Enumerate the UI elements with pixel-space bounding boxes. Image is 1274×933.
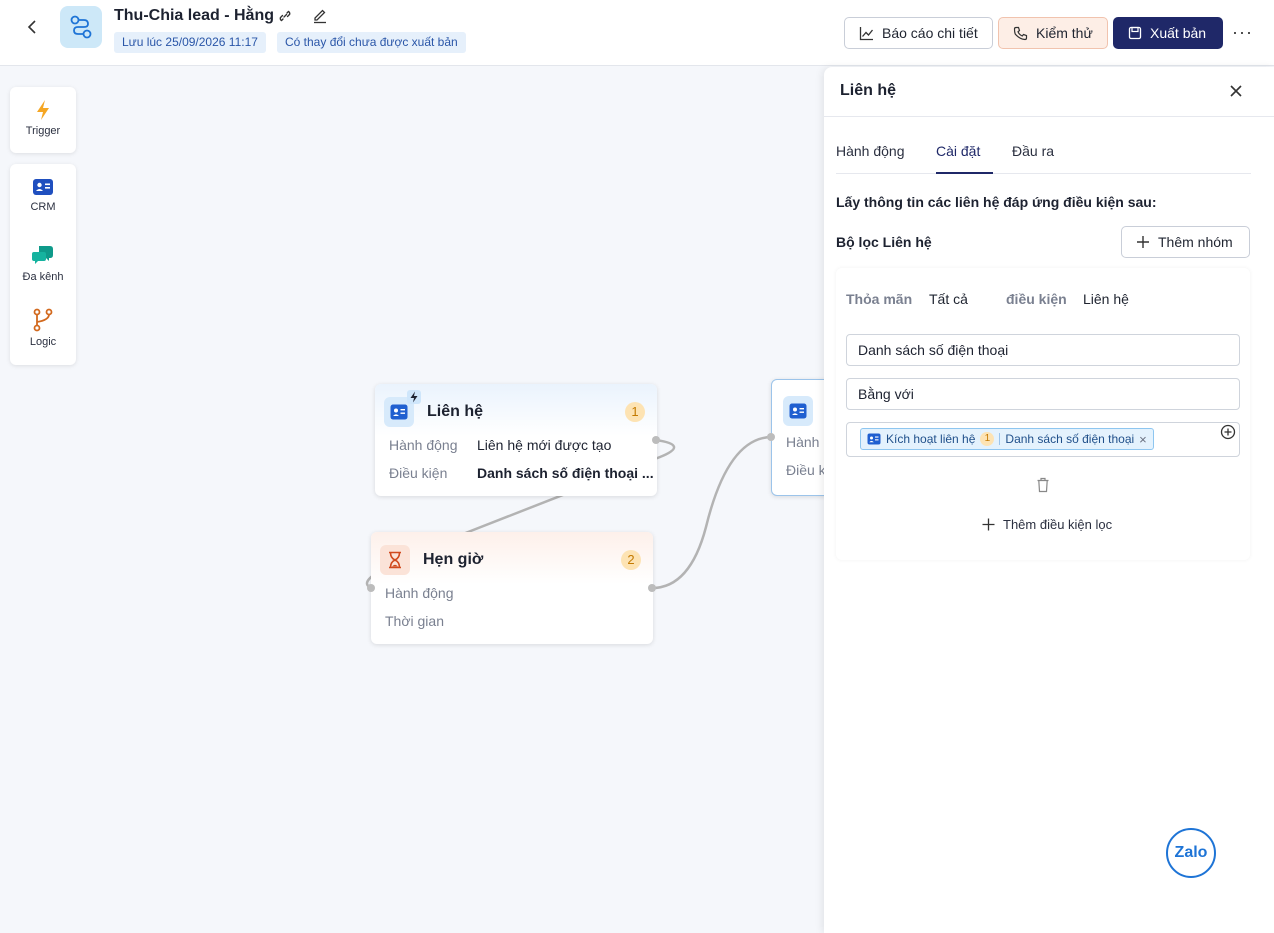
node-selected-condition-label: Điều k <box>786 462 826 478</box>
node-contact-output-port[interactable] <box>652 436 660 444</box>
panel-title: Liên hệ <box>840 82 897 99</box>
tab-output[interactable]: Đầu ra <box>1012 143 1054 159</box>
add-group-label: Thêm nhóm <box>1158 234 1233 250</box>
insert-variable-icon[interactable] <box>1220 424 1236 445</box>
node-contact-condition-row: Điều kiện Danh sách số điện thoại ... <box>389 465 654 481</box>
delete-icon[interactable] <box>1036 477 1050 498</box>
node-timer[interactable]: Hẹn giờ 2 Hành động Thời gian <box>367 532 656 644</box>
active-tab-indicator <box>936 172 993 174</box>
variable-chip[interactable]: Kích hoạt liên hệ 1 Danh sách số điện th… <box>860 428 1154 450</box>
workflow-icon <box>60 6 102 48</box>
node-timer-time-row: Thời gian <box>385 613 473 629</box>
filter-group-card: Thỏa mãn Tất cả điều kiện Liên hệ Danh s… <box>836 268 1250 560</box>
condition-object-select[interactable]: Liên hệ <box>1083 291 1129 307</box>
node-selected-input-port[interactable] <box>767 433 775 441</box>
node-timer-action-row: Hành động <box>385 585 473 601</box>
tab-settings[interactable]: Cài đặt <box>936 143 980 159</box>
publish-button[interactable]: Xuất bản <box>1113 17 1223 49</box>
node-contact-action-label: Hành động <box>389 437 458 453</box>
match-select[interactable]: Tất cả <box>929 291 968 307</box>
page-title: Thu-Chia lead - Hằng <box>114 7 274 24</box>
add-condition-button[interactable]: Thêm điều kiện lọc <box>982 517 1112 532</box>
chip-divider <box>999 433 1001 445</box>
node-selected-condition-row: Điều k <box>786 462 826 478</box>
node-timer-title: Hẹn giờ <box>423 551 484 568</box>
chart-icon <box>859 26 874 40</box>
plus-icon <box>982 518 995 531</box>
node-contact-condition-label: Điều kiện <box>389 465 448 481</box>
unpublished-badge: Có thay đổi chưa được xuất bản <box>277 32 466 53</box>
more-options-icon[interactable]: ··· <box>1232 22 1253 43</box>
connector-timer-to-next <box>651 435 773 590</box>
publish-button-label: Xuất bản <box>1150 25 1207 41</box>
chip-field: Danh sách số điện thoại <box>1005 432 1135 446</box>
node-timer-time-label: Thời gian <box>385 613 444 629</box>
node-settings-panel: Liên hệ Hành động Cài đặt Đầu ra Lấy thô… <box>824 67 1274 933</box>
node-selected-action-row: Hành <box>786 434 819 450</box>
test-button-label: Kiểm thử <box>1036 25 1093 41</box>
close-icon[interactable] <box>1227 82 1245 100</box>
node-timer-input-port[interactable] <box>367 584 375 592</box>
hourglass-icon <box>380 545 410 575</box>
filter-label: Bộ lọc Liên hệ <box>836 234 932 250</box>
report-button-label: Báo cáo chi tiết <box>882 25 978 41</box>
match-label: Thỏa mãn <box>846 291 913 307</box>
chip-source: Kích hoạt liên hệ <box>886 432 976 446</box>
node-contact-condition-value: Danh sách số điện thoại ... <box>477 465 654 481</box>
node-contact-action-value: Liên hệ mới được tạo <box>477 437 612 453</box>
phone-icon <box>1013 26 1028 40</box>
node-contact-step-badge: 1 <box>625 402 645 422</box>
settings-heading: Lấy thông tin các liên hệ đáp ứng điều k… <box>836 194 1157 210</box>
contact-card-icon <box>867 433 881 445</box>
operator-select[interactable]: Bằng với <box>846 378 1240 410</box>
saved-at-badge: Lưu lúc 25/09/2026 11:17 <box>114 32 266 53</box>
node-timer-output-port[interactable] <box>648 584 656 592</box>
edit-icon[interactable] <box>312 8 328 29</box>
tab-action[interactable]: Hành động <box>836 143 905 159</box>
connection-lines <box>365 435 773 590</box>
panel-tabs: Hành động Cài đặt Đầu ra <box>836 117 1251 174</box>
node-selected-action-label: Hành <box>786 434 820 450</box>
node-timer-action-label: Hành động <box>385 585 454 601</box>
save-icon <box>1128 26 1142 40</box>
chip-remove-icon[interactable]: × <box>1139 432 1147 447</box>
condition-label: điều kiện <box>1006 291 1067 307</box>
field-select[interactable]: Danh sách số điện thoại <box>846 334 1240 366</box>
node-contact-action-row: Hành động Liên hệ mới được tạo <box>389 437 611 453</box>
chip-step-badge: 1 <box>980 432 995 446</box>
top-header: Thu-Chia lead - Hằng Lưu lúc 25/09/2026 … <box>0 0 1274 66</box>
report-button[interactable]: Báo cáo chi tiết <box>844 17 993 49</box>
trigger-bolt-icon <box>407 390 421 404</box>
node-contact[interactable]: Liên hệ 1 Hành động Liên hệ mới được tạo … <box>375 384 660 496</box>
node-timer-step-badge: 2 <box>621 550 641 570</box>
zalo-chat-icon[interactable]: Zalo <box>1166 828 1216 878</box>
back-icon[interactable] <box>22 16 44 38</box>
link-icon[interactable] <box>277 8 293 29</box>
add-condition-label: Thêm điều kiện lọc <box>1003 517 1113 532</box>
add-group-button[interactable]: Thêm nhóm <box>1121 226 1250 258</box>
plus-icon <box>1137 236 1149 248</box>
workflow-canvas[interactable]: Liên hệ 1 Hành động Liên hệ mới được tạo … <box>0 67 871 933</box>
contact-card-icon <box>783 396 813 426</box>
node-contact-title: Liên hệ <box>427 403 484 420</box>
value-input[interactable]: Kích hoạt liên hệ 1 Danh sách số điện th… <box>846 422 1240 457</box>
test-button[interactable]: Kiểm thử <box>998 17 1108 49</box>
